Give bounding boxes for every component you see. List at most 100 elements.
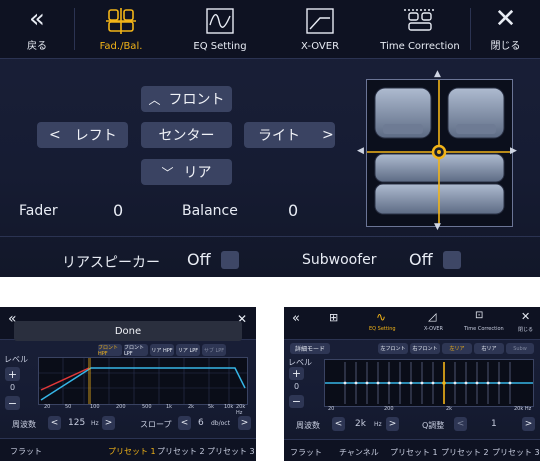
rear-speaker-checkbox[interactable] (221, 251, 239, 269)
arrow-left-icon: ◀ (357, 146, 364, 156)
eq-wave-icon: ∿ (376, 310, 387, 324)
tab-time-correction[interactable]: Time Correction (372, 0, 468, 58)
tab-eq-setting[interactable]: EQ Setting (170, 0, 270, 58)
slope-value: 6 (198, 418, 204, 428)
preset-1-button[interactable]: プリセット 1 (390, 447, 438, 458)
arrow-up-icon: ▲ (434, 69, 441, 79)
q-label: Q調整 (422, 421, 445, 430)
seat-position-map[interactable] (366, 79, 513, 227)
channel-button[interactable]: チャンネル (339, 447, 379, 458)
level-value: 0 (10, 383, 16, 392)
eq-screen: « ⊞ ∿ EQ Setting ◿ X-OVER ⊡ Time Correct… (284, 307, 540, 461)
chevron-left-icon: < (49, 127, 61, 143)
back-button[interactable]: « 戻る (0, 0, 74, 58)
arrow-right-icon: ▶ (510, 146, 517, 156)
tab-x-over[interactable]: X-OVER (272, 0, 368, 58)
center-button[interactable]: センター (141, 122, 232, 148)
left-rear-button[interactable]: 左リア (442, 343, 472, 354)
right-front-button[interactable]: 右フロント (410, 343, 440, 354)
front-hpf-button[interactable]: フロント HPF (98, 344, 122, 357)
xover-curve (39, 358, 247, 404)
preset-2-button[interactable]: プリセット 2 (157, 446, 205, 457)
crossover-icon (306, 7, 334, 34)
tab-eq-setting[interactable]: EQ Setting (369, 326, 396, 332)
xover-graph[interactable] (38, 357, 248, 405)
rear-speaker-label: リアスピーカー (62, 255, 160, 271)
right-rear-button[interactable]: 右リア (474, 343, 504, 354)
tab-x-over[interactable]: X-OVER (424, 326, 443, 332)
car-seats-icon (367, 80, 512, 226)
chevron-up-icon: ︿ (148, 92, 161, 107)
close-icon: ✕ (521, 310, 531, 323)
rear-button[interactable]: ﹀ リア (141, 159, 232, 185)
eq-graph[interactable] (324, 359, 534, 407)
seat-balance-icon (106, 7, 136, 34)
arrow-down-icon: ▼ (434, 222, 441, 232)
flat-button[interactable]: フラット (290, 447, 322, 458)
preset-1-button[interactable]: プリセット 1 (108, 446, 156, 457)
preset-2-button[interactable]: プリセット 2 (441, 447, 489, 458)
double-chevron-left-icon: « (292, 311, 300, 326)
xover-x-ticks: 20 50 100 200 500 1k 2k 5k 10k 20k Hz (44, 404, 246, 416)
flat-button[interactable]: フラット (10, 446, 42, 457)
detail-mode-button[interactable]: 詳細モード (290, 343, 330, 354)
freq-unit: Hz (374, 421, 382, 428)
chevron-down-icon: ﹀ (161, 165, 174, 180)
freq-down-button[interactable]: < (48, 416, 61, 430)
subwoofer-checkbox[interactable] (443, 251, 461, 269)
freq-down-button[interactable]: < (332, 417, 345, 431)
q-down-button[interactable]: < (454, 417, 467, 431)
time-correction-icon (404, 8, 436, 31)
close-button[interactable]: 閉じる (518, 326, 533, 333)
balance-value: 0 (288, 201, 299, 220)
xover-footer: フラット プリセット 1 プリセット 2 プリセット 3 (0, 438, 256, 461)
subwoofer-button[interactable]: Subw (506, 343, 534, 354)
eq-top-bar: « ⊞ ∿ EQ Setting ◿ X-OVER ⊡ Time Correct… (284, 307, 540, 340)
freq-up-button[interactable]: > (386, 417, 399, 431)
tab-fad-bal[interactable]: Fad./Bal. (75, 0, 167, 58)
sub-lpf-button[interactable]: サブ LPF (202, 344, 226, 356)
freq-label: 周波数 (296, 421, 320, 430)
q-up-button[interactable]: > (522, 417, 535, 431)
left-button[interactable]: < レフト (37, 122, 128, 148)
eq-curve (325, 362, 533, 404)
eq-footer: フラット チャンネル プリセット 1 プリセット 2 プリセット 3 (284, 439, 540, 461)
level-minus-button[interactable]: − (289, 395, 304, 408)
freq-up-button[interactable]: > (102, 416, 115, 430)
close-button[interactable]: ✕ 閉じる (471, 0, 540, 58)
rear-lpf-button[interactable]: リア LPF (176, 344, 200, 356)
fader-balance-screen: « 戻る Fad./Bal. EQ Setting X-OVER Time Co… (0, 0, 540, 277)
level-plus-button[interactable]: + (289, 367, 304, 380)
slope-down-button[interactable]: < (178, 416, 191, 430)
preset-3-button[interactable]: プリセット 3 (492, 447, 540, 458)
fader-label: Fader (19, 203, 58, 219)
freq-label: 周波数 (12, 420, 36, 429)
slope-up-button[interactable]: > (238, 416, 251, 430)
front-button[interactable]: ︿ フロント (141, 86, 232, 112)
slope-unit: db/oct (211, 420, 230, 427)
rear-hpf-button[interactable]: リア HPF (150, 344, 174, 356)
close-icon: ✕ (494, 3, 517, 34)
crossover-icon: ◿ (428, 310, 437, 323)
subwoofer-label: Subwoofer (302, 252, 377, 268)
front-lpf-button[interactable]: フロント LPF (124, 344, 148, 357)
q-value: 1 (491, 419, 497, 429)
freq-value: 2k (355, 419, 366, 429)
tab-time-correction[interactable]: Time Correction (464, 326, 504, 332)
level-minus-button[interactable]: − (5, 396, 20, 410)
balance-label: Balance (182, 203, 238, 219)
top-bar: « 戻る Fad./Bal. EQ Setting X-OVER Time Co… (0, 0, 540, 59)
freq-unit: Hz (91, 420, 99, 427)
double-chevron-left-icon: « (29, 3, 45, 34)
left-front-button[interactable]: 左フロント (378, 343, 408, 354)
freq-value: 125 (68, 418, 86, 428)
eq-wave-icon (206, 7, 234, 34)
right-button[interactable]: ライト > (244, 122, 335, 148)
divider (0, 236, 540, 237)
done-banner[interactable]: Done (14, 321, 242, 341)
level-plus-button[interactable]: + (5, 367, 20, 381)
level-label: レベル (4, 355, 28, 364)
eq-x-ticks: 20 200 2k 20k Hz (328, 406, 532, 412)
preset-3-button[interactable]: プリセット 3 (207, 446, 255, 457)
xover-screen: « ✕ Done レベル + 0 − フロント HPF フロント LPF リア … (0, 307, 256, 461)
